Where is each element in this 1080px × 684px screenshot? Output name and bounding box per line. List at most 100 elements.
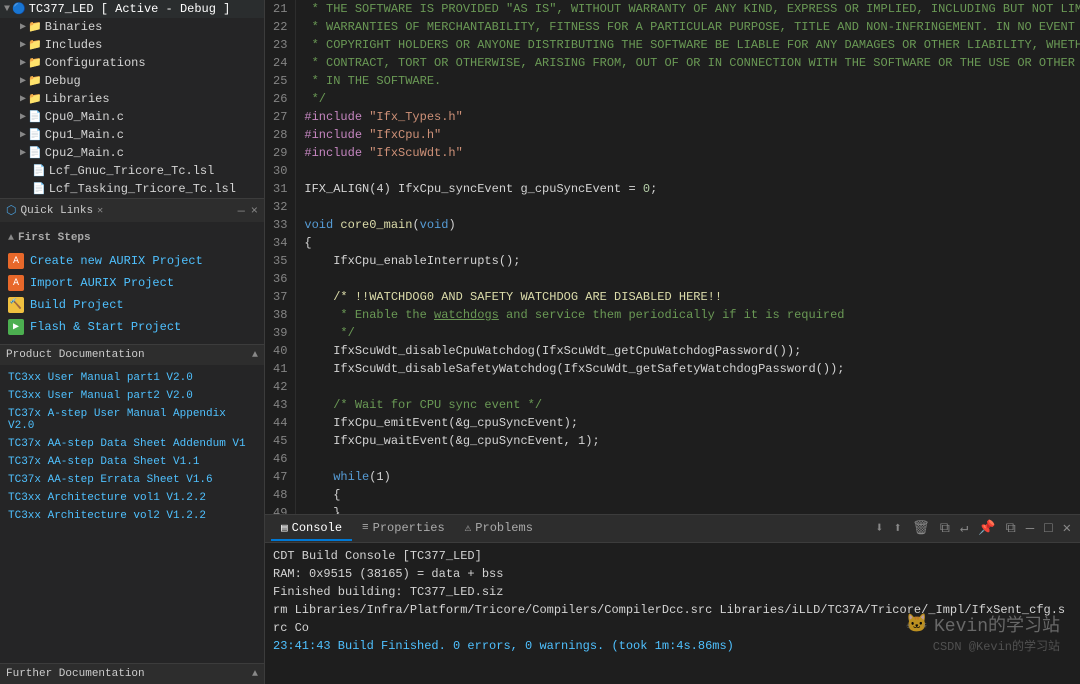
folder-icon: 📁: [28, 20, 42, 34]
scroll-up-btn[interactable]: ⬆: [891, 518, 905, 539]
chevron-icon: ▶: [20, 75, 26, 87]
clear-console-btn[interactable]: 🗑: [909, 518, 933, 539]
collapse-icon[interactable]: ▲: [8, 233, 14, 244]
expand-icon: ▼: [4, 4, 10, 15]
tree-item-label: Cpu2_Main.c: [45, 146, 124, 160]
console-line-cmd: rm Libraries/Infra/Platform/Tricore/Comp…: [273, 601, 1072, 637]
maximize-console-btn[interactable]: □: [1041, 519, 1055, 539]
collapse-product-docs[interactable]: ▲: [252, 350, 258, 361]
link-build-project-label: Build Project: [30, 298, 124, 312]
close-button[interactable]: ×: [251, 204, 258, 218]
tree-item-lcf-tasking[interactable]: 📄 Lcf_Tasking_Tricore_Tc.lsl: [0, 180, 264, 198]
console-line-finished-building: Finished building: TC377_LED.siz: [273, 583, 1072, 601]
folder-icon: 📁: [28, 38, 42, 52]
code-line-49: }: [304, 504, 1072, 514]
tree-item-cpu0main[interactable]: ▶ 📄 Cpu0_Main.c: [0, 108, 264, 126]
quick-links-title: Quick Links: [20, 205, 93, 217]
tree-root-item[interactable]: ▼ 🔵 TC377_LED [ Active - Debug ]: [0, 0, 264, 18]
tree-item-lcf-gnuc[interactable]: 📄 Lcf_Gnuc_Tricore_Tc.lsl: [0, 162, 264, 180]
link-flash-start[interactable]: ▶ Flash & Start Project: [8, 316, 256, 338]
link-build-project[interactable]: 🔨 Build Project: [8, 294, 256, 316]
copy-btn[interactable]: ⧉: [937, 519, 953, 539]
code-line-26: */: [304, 90, 1072, 108]
tree-item-label: Lcf_Tasking_Tricore_Tc.lsl: [49, 182, 236, 196]
code-line-37: /* !!WATCHDOG0 AND SAFETY WATCHDOG ARE D…: [304, 288, 1072, 306]
chevron-icon: ▶: [20, 147, 26, 159]
pin-btn[interactable]: 📌: [975, 518, 998, 539]
quick-links-header: ⬡ Quick Links ✕ — ×: [0, 199, 264, 222]
code-line-48: {: [304, 486, 1072, 504]
doc-link-tc3xx-arch-vol1[interactable]: TC3xx Architecture vol1 V1.2.2: [8, 489, 256, 507]
tab-properties[interactable]: ≡ Properties: [352, 517, 455, 541]
tree-item-libraries[interactable]: ▶ 📁 Libraries: [0, 90, 264, 108]
quick-links-content: ▲ First Steps A Create new AURIX Project…: [0, 222, 264, 344]
line-num-47: 47: [273, 468, 287, 486]
chevron-icon: ▶: [20, 129, 26, 141]
code-line-21: * THE SOFTWARE IS PROVIDED "AS IS", WITH…: [304, 0, 1072, 18]
section-controls: — ×: [238, 204, 258, 218]
tree-item-label: Binaries: [45, 20, 103, 34]
line-num-32: 32: [273, 198, 287, 216]
doc-link-tc3xx-manual-p2[interactable]: TC3xx User Manual part2 V2.0: [8, 387, 256, 405]
code-line-33: void core0_main(void): [304, 216, 1072, 234]
word-wrap-btn[interactable]: ↵: [957, 518, 971, 539]
link-import-project[interactable]: A Import AURIX Project: [8, 272, 256, 294]
code-content[interactable]: * THE SOFTWARE IS PROVIDED "AS IS", WITH…: [296, 0, 1080, 514]
minimize-button[interactable]: —: [238, 204, 245, 218]
tree-item-cpu2main[interactable]: ▶ 📄 Cpu2_Main.c: [0, 144, 264, 162]
tree-item-debug[interactable]: ▶ 📁 Debug: [0, 72, 264, 90]
chevron-icon: ▶: [20, 57, 26, 69]
left-panel: ▼ 🔵 TC377_LED [ Active - Debug ] ▶ 📁 Bin…: [0, 0, 265, 684]
doc-link-tc3xx-arch-vol2[interactable]: TC3xx Architecture vol2 V1.2.2: [8, 507, 256, 525]
link-create-project-label: Create new AURIX Project: [30, 254, 203, 268]
lsl-file-icon: 📄: [32, 164, 46, 178]
line-num-43: 43: [273, 396, 287, 414]
line-num-36: 36: [273, 270, 287, 288]
tree-item-label: Cpu0_Main.c: [45, 110, 124, 124]
tree-item-configurations[interactable]: ▶ 📁 Configurations: [0, 54, 264, 72]
collapse-further-docs[interactable]: ▲: [252, 669, 258, 680]
line-num-21: 21: [273, 0, 287, 18]
line-num-33: 33: [273, 216, 287, 234]
import-project-icon: A: [8, 275, 24, 291]
console-line-ram: RAM: 0x9515 (38165) = data + bss: [273, 565, 1072, 583]
code-editor[interactable]: 21 22 23 24 25 26 27 28 29 30 31 32 33 3…: [265, 0, 1080, 514]
code-line-29: #include "IfxScuWdt.h": [304, 144, 1072, 162]
first-steps-title: ▲ First Steps: [8, 228, 256, 250]
further-docs-controls: ▲: [252, 669, 258, 680]
doc-link-tc37x-astep-appendix[interactable]: TC37x A-step User Manual Appendix V2.0: [8, 405, 256, 435]
tree-item-label: Includes: [45, 38, 103, 52]
doc-link-tc37x-aa-errata[interactable]: TC37x AA-step Errata Sheet V1.6: [8, 471, 256, 489]
doc-link-tc37x-aa-datasheet[interactable]: TC37x AA-step Data Sheet V1.1: [8, 453, 256, 471]
scroll-down-btn[interactable]: ⬇: [872, 518, 886, 539]
code-area: 21 22 23 24 25 26 27 28 29 30 31 32 33 3…: [265, 0, 1080, 684]
code-line-43: /* Wait for CPU sync event */: [304, 396, 1072, 414]
line-num-27: 27: [273, 108, 287, 126]
link-create-project[interactable]: A Create new AURIX Project: [8, 250, 256, 272]
tab-console[interactable]: ▤ Console: [271, 517, 352, 541]
doc-link-tc3xx-manual-p1[interactable]: TC3xx User Manual part1 V2.0: [8, 369, 256, 387]
project-tree: ▼ 🔵 TC377_LED [ Active - Debug ] ▶ 📁 Bin…: [0, 0, 264, 198]
code-line-35: IfxCpu_enableInterrupts();: [304, 252, 1072, 270]
tree-item-includes[interactable]: ▶ 📁 Includes: [0, 36, 264, 54]
doc-link-tc37x-aa-addendum[interactable]: TC37x AA-step Data Sheet Addendum V1: [8, 435, 256, 453]
view-menu-icon: ✕: [97, 205, 103, 217]
minimize-console-btn[interactable]: —: [1023, 519, 1037, 539]
create-project-icon: A: [8, 253, 24, 269]
product-docs-content: TC3xx User Manual part1 V2.0 TC3xx User …: [0, 365, 264, 529]
tree-item-label: Lcf_Gnuc_Tricore_Tc.lsl: [49, 164, 215, 178]
c-file-icon: 📄: [28, 128, 42, 142]
close-console-btn[interactable]: ✕: [1060, 518, 1074, 539]
c-file-icon: 📄: [28, 146, 42, 160]
code-line-41: IfxScuWdt_disableSafetyWatchdog(IfxScuWd…: [304, 360, 1072, 378]
line-num-25: 25: [273, 72, 287, 90]
new-window-btn[interactable]: ⧉: [1003, 519, 1019, 539]
line-num-39: 39: [273, 324, 287, 342]
tab-problems[interactable]: ⚠ Problems: [455, 517, 543, 541]
tree-item-binaries[interactable]: ▶ 📁 Binaries: [0, 18, 264, 36]
code-line-46: [304, 450, 1072, 468]
quick-links-icon: ⬡: [6, 203, 16, 218]
line-num-34: 34: [273, 234, 287, 252]
tree-item-label: Configurations: [45, 56, 146, 70]
tree-item-cpu1main[interactable]: ▶ 📄 Cpu1_Main.c: [0, 126, 264, 144]
